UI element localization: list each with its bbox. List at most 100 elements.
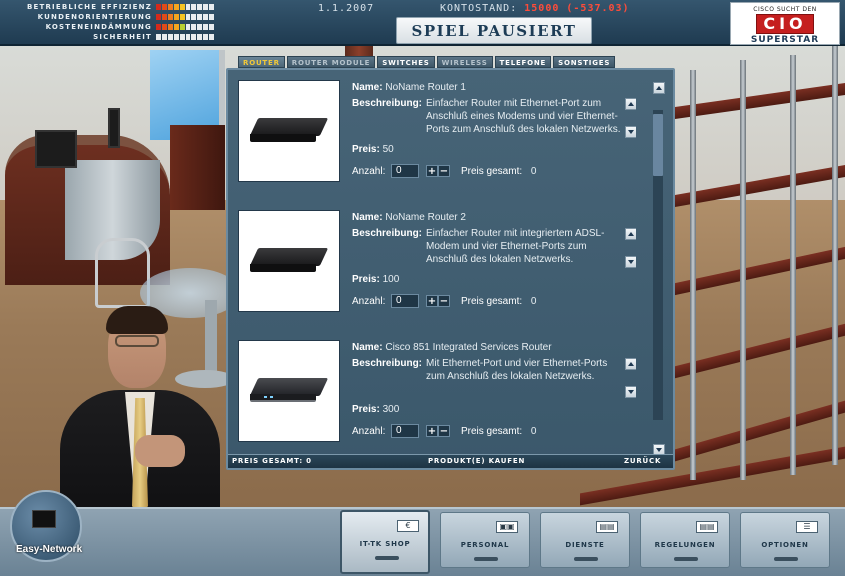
logo-bottom-text: SUPERSTAR — [750, 35, 820, 45]
quantity-minus-button[interactable]: − — [438, 165, 450, 177]
list-scroll-up-button[interactable] — [653, 82, 665, 94]
kpi-bar-segment — [179, 4, 185, 10]
nav-button-dienste[interactable]: ▤▤ DIENSTE — [540, 512, 630, 568]
monitor — [108, 108, 120, 148]
router-icon — [249, 118, 329, 144]
kpi-bar-segment — [161, 34, 167, 40]
name-label: Name: — [352, 342, 383, 353]
description-scroll-down-button[interactable] — [625, 256, 636, 268]
kpi-bar-segment — [203, 4, 209, 10]
monitor — [35, 130, 77, 168]
product-item: Name: Cisco 851 Integrated Services Rout… — [236, 338, 636, 448]
kpi-bar-segment — [173, 4, 179, 10]
kpi-label: KOSTENEINDÄMMUNG — [45, 23, 152, 31]
nav-slot — [474, 557, 498, 561]
product-name: NoName Router 1 — [385, 82, 466, 93]
game-paused-banner[interactable]: SPIEL PAUSIERT — [396, 17, 592, 44]
game-paused-text: SPIEL PAUSIERT — [411, 21, 577, 40]
kpi-label: KUNDENORIENTIERUNG — [37, 13, 152, 21]
arrow-down-icon — [628, 260, 634, 264]
tab-switches[interactable]: SWITCHES — [377, 56, 435, 68]
tab-sonstiges[interactable]: SONSTIGES — [553, 56, 616, 68]
nav-slot — [574, 557, 598, 561]
kpi-bar-segment — [167, 4, 173, 10]
nav-button-regelungen[interactable]: ▤▤ REGELUNGEN — [640, 512, 730, 568]
quantity-minus-button[interactable]: − — [438, 295, 450, 307]
description-scroll-down-button[interactable] — [625, 386, 636, 398]
kpi-bar-segment — [173, 14, 179, 20]
kpi-bar-segment — [161, 14, 167, 20]
presenter-hair — [106, 306, 168, 334]
kpi-bar-segment — [203, 14, 209, 20]
name-label: Name: — [352, 212, 383, 223]
list-scrollbar-thumb[interactable] — [653, 114, 663, 176]
nav-slot — [774, 557, 798, 561]
nav-slot — [375, 556, 399, 560]
description-label: Beschreibung: — [352, 358, 423, 369]
shelf-pole — [832, 45, 838, 465]
quantity-plus-button[interactable]: + — [426, 165, 438, 177]
back-button[interactable]: ZURÜCK — [624, 457, 661, 465]
kpi-row: KOSTENEINDÄMMUNG — [4, 22, 215, 32]
product-price: 100 — [382, 274, 400, 285]
product-name-row: Name: NoName Router 2 — [352, 212, 466, 223]
quantity-input[interactable]: 0 — [391, 424, 419, 438]
kpi-bar-segment — [156, 14, 161, 20]
kpi-bar-segment — [156, 4, 161, 10]
kpi-bar-segment — [185, 24, 191, 30]
tab-telefone[interactable]: TELEFONE — [494, 56, 552, 68]
kpi-row: BETRIEBLICHE EFFIZIENZ — [4, 2, 215, 12]
kpi-bar — [156, 4, 215, 10]
product-image — [238, 340, 340, 442]
kpi-bar-segment — [167, 14, 173, 20]
product-description-row: Beschreibung: Mit Ethernet-Port und vier… — [352, 357, 622, 383]
quantity-plus-button[interactable]: + — [426, 295, 438, 307]
quantity-plus-button[interactable]: + — [426, 425, 438, 437]
product-image — [238, 80, 340, 182]
game-date: 1.1.2007 — [318, 3, 375, 14]
quantity-input[interactable]: 0 — [391, 164, 419, 178]
nav-label: IT-TK SHOP — [359, 540, 411, 548]
tab-router[interactable]: ROUTER — [238, 56, 285, 68]
price-label: Preis: — [352, 144, 380, 155]
description-scroll-up-button[interactable] — [625, 358, 636, 370]
description-scroll-up-button[interactable] — [625, 228, 636, 240]
nav-icon: € — [397, 520, 419, 532]
shelf-pole — [740, 60, 746, 480]
shop-footer: PREIS GESAMT: 0 PRODUKT(E) KAUFEN ZURÜCK — [228, 454, 673, 468]
account-balance-value: 15000 (-537.03) — [524, 3, 630, 14]
kpi-bar-segment — [203, 34, 209, 40]
product-item: Name: NoName Router 2 Beschreibung: Einf… — [236, 208, 636, 328]
shelf-pole — [690, 70, 696, 480]
tab-router-module[interactable]: ROUTER MODULE — [286, 56, 376, 68]
buy-products-button[interactable]: PRODUKT(E) KAUFEN — [428, 457, 525, 465]
product-description: Einfacher Router mit Ethernet-Port zum A… — [426, 98, 621, 135]
nav-icon: ▤▤ — [696, 521, 718, 533]
tab-wireless[interactable]: WIRELESS — [436, 56, 493, 68]
kpi-bar-segment — [197, 34, 203, 40]
product-image — [238, 210, 340, 312]
description-scroll-up-button[interactable] — [625, 98, 636, 110]
total-row: Preis gesamt: 0 — [461, 426, 536, 437]
total-row: Preis gesamt: 0 — [461, 166, 536, 177]
quantity-label: Anzahl: — [352, 296, 386, 307]
router-icon — [249, 378, 329, 404]
nav-button-it-tk-shop[interactable]: € IT-TK SHOP — [340, 510, 430, 574]
quantity-input[interactable]: 0 — [391, 294, 419, 308]
product-total: 0 — [530, 426, 537, 437]
nav-button-personal[interactable]: ▣▣ PERSONAL — [440, 512, 530, 568]
quantity-minus-button[interactable]: − — [438, 425, 450, 437]
kpi-bar-segment — [173, 24, 179, 30]
kpi-bar-segment — [179, 14, 185, 20]
nav-slot — [674, 557, 698, 561]
quantity-stepper: + − — [426, 165, 450, 177]
name-label: Name: — [352, 82, 383, 93]
nav-button-optionen[interactable]: ☰ OPTIONEN — [740, 512, 830, 568]
arrow-up-icon — [656, 86, 662, 90]
description-scroll-down-button[interactable] — [625, 126, 636, 138]
category-tabs: ROUTER ROUTER MODULE SWITCHES WIRELESS TELEF… — [238, 56, 616, 68]
kpi-bar-segment — [185, 4, 191, 10]
logo-top-text: CISCO SUCHT DEN — [753, 6, 817, 13]
product-description: Mit Ethernet-Port und vier Ethernet-Port… — [426, 358, 608, 382]
kpi-bar-segment — [173, 34, 179, 40]
